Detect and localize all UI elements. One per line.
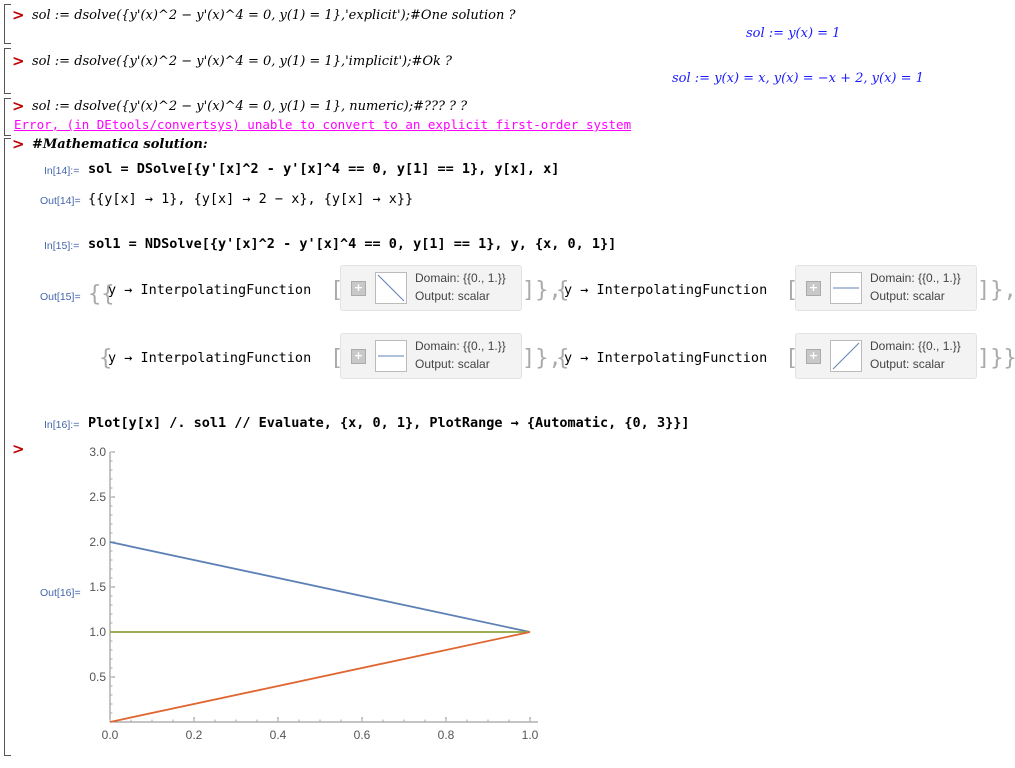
maple-prompt: >	[12, 52, 25, 70]
y-tick-label: 2.0	[89, 535, 106, 549]
maple-input-line1[interactable]: sol := dsolve({y'(x)^2 − y'(x)^4 = 0, y(…	[32, 8, 516, 23]
maple-error-message: Error, (in DEtools/convertsys) unable to…	[14, 117, 632, 132]
input-cell[interactable]: sol = DSolve[{y'[x]^2 - y'[x]^4 == 0, y[…	[88, 161, 559, 177]
plot-graphic[interactable]: 0.0 0.2 0.4 0.6 0.8 1.0 0.5 1.0 1.5 2.0 2.5 3.0	[80, 440, 550, 750]
y-tick-label: 1.5	[89, 580, 106, 594]
execution-group-bracket	[4, 138, 11, 756]
x-tick-label: 0.4	[270, 728, 287, 742]
domain-text: Domain: {{0., 1.}}	[415, 271, 506, 285]
execution-group-bracket	[4, 4, 11, 44]
maple-prompt: >	[12, 6, 25, 24]
maple-prompt: >	[12, 440, 25, 458]
y-tick-label: 1.0	[89, 625, 106, 639]
out-label: Out[16]=	[40, 587, 81, 599]
domain-text: Domain: {{0., 1.}}	[870, 339, 961, 353]
plot-thumbnail-icon	[830, 340, 862, 372]
output-cell: {{y[x] → 1}, {y[x] → 2 − x}, {y[x] → x}}	[88, 191, 414, 207]
input-cell[interactable]: sol1 = NDSolve[{y'[x]^2 - y'[x]^4 == 0, …	[88, 236, 616, 252]
domain-text: Domain: {{0., 1.}}	[870, 271, 961, 285]
plot-thumbnail-icon	[375, 272, 407, 304]
out-label: Out[14]=	[40, 195, 81, 207]
interp-text: y → InterpolatingFunction	[108, 350, 312, 366]
input-cell[interactable]: Plot[y[x] /. sol1 // Evaluate, {x, 0, 1}…	[88, 415, 689, 431]
plot-thumbnail-icon	[830, 272, 862, 304]
plot-axes: 0.0 0.2 0.4 0.6 0.8 1.0 0.5 1.0 1.5 2.0 2.5 3.0	[89, 445, 538, 742]
output-type-text: Output: scalar	[415, 357, 490, 371]
interpolating-function-box[interactable]: + Domain: {{0., 1.}} Output: scalar	[340, 333, 522, 379]
y-tick-label: 0.5	[89, 670, 106, 684]
in-label: In[15]:=	[44, 240, 80, 252]
output-type-text: Output: scalar	[870, 357, 945, 371]
expand-icon[interactable]: +	[806, 281, 821, 296]
expand-icon[interactable]: +	[351, 349, 366, 364]
x-tick-label: 0.2	[186, 728, 203, 742]
plot-series	[109, 541, 531, 723]
x-tick-label: 0.6	[354, 728, 371, 742]
plot-line-2	[109, 631, 531, 723]
execution-group-bracket	[4, 48, 11, 94]
close-brackets: ]}}	[977, 346, 1015, 371]
interp-text: y → InterpolatingFunction	[564, 350, 768, 366]
close-brackets: ]},	[977, 278, 1015, 303]
interpolating-function-box[interactable]: + Domain: {{0., 1.}} Output: scalar	[340, 265, 522, 311]
domain-text: Domain: {{0., 1.}}	[415, 339, 506, 353]
x-tick-label: 1.0	[522, 728, 539, 742]
y-tick-label: 2.5	[89, 490, 106, 504]
in-label: In[16]:=	[44, 419, 80, 431]
interpolating-function-box[interactable]: + Domain: {{0., 1.}} Output: scalar	[795, 333, 977, 379]
expand-icon[interactable]: +	[806, 349, 821, 364]
interp-text: y → InterpolatingFunction	[564, 282, 768, 298]
out-label: Out[15]=	[40, 291, 81, 303]
in-label: In[14]:=	[44, 165, 80, 177]
execution-group-bracket	[4, 98, 11, 136]
plot-line-0	[109, 541, 531, 633]
plot-thumbnail-icon	[375, 340, 407, 372]
output-type-text: Output: scalar	[415, 289, 490, 303]
interp-text: y → InterpolatingFunction	[108, 282, 312, 298]
interpolating-function-box[interactable]: + Domain: {{0., 1.}} Output: scalar	[795, 265, 977, 311]
x-tick-label: 0.8	[438, 728, 455, 742]
maple-input-line3[interactable]: sol := dsolve({y'(x)^2 − y'(x)^4 = 0, y(…	[32, 99, 467, 114]
maple-input-line2[interactable]: sol := dsolve({y'(x)^2 − y'(x)^4 = 0, y(…	[32, 54, 452, 69]
y-tick-label: 3.0	[89, 445, 106, 459]
maple-prompt: >	[12, 97, 25, 115]
maple-output-line1: sol := y(x) = 1	[746, 26, 841, 41]
expand-icon[interactable]: +	[351, 281, 366, 296]
maple-prompt: >	[12, 135, 25, 153]
maple-output-line2: sol := y(x) = x, y(x) = −x + 2, y(x) = 1	[672, 71, 924, 86]
output-type-text: Output: scalar	[870, 289, 945, 303]
x-tick-label: 0.0	[102, 728, 119, 742]
maple-comment[interactable]: #Mathematica solution:	[32, 137, 208, 152]
